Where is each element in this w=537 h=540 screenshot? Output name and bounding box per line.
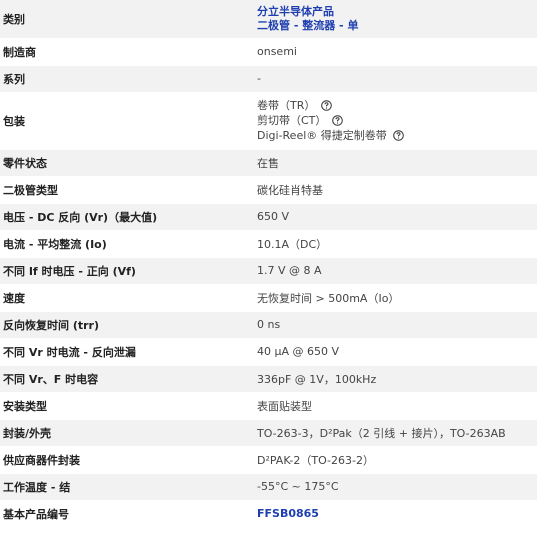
packaging-option-label: Digi-Reel® 得捷定制卷带 <box>257 129 387 142</box>
row-value: 分立半导体产品 二极管 - 整流器 - 单 <box>250 0 537 39</box>
row-category: 类别 分立半导体产品 二极管 - 整流器 - 单 <box>0 0 537 39</box>
row-label: 系列 <box>0 65 250 93</box>
row-value: 650 V <box>250 203 537 231</box>
row-label: 反向恢复时间 (trr) <box>0 311 250 339</box>
row-part-status: 零件状态 在售 <box>0 149 537 177</box>
question-circle-icon[interactable] <box>321 100 333 111</box>
row-label: 封装/外壳 <box>0 419 250 447</box>
product-attributes-table: 类别 分立半导体产品 二极管 - 整流器 - 单 制造商 onsemi 系列 -… <box>0 0 537 528</box>
row-diode-type: 二极管类型 碳化硅肖特基 <box>0 176 537 204</box>
row-value: 1.7 V @ 8 A <box>250 257 537 285</box>
row-value: - <box>250 65 537 93</box>
question-circle-icon[interactable] <box>332 115 344 126</box>
row-manufacturer: 制造商 onsemi <box>0 38 537 66</box>
row-label: 类别 <box>0 0 250 39</box>
row-supplier-device-package: 供应商器件封装 D²PAK-2（TO-263-2） <box>0 446 537 474</box>
subcategory-link[interactable]: 二极管 - 整流器 - 单 <box>257 19 537 33</box>
row-label: 速度 <box>0 284 250 312</box>
question-circle-icon[interactable] <box>392 130 404 141</box>
row-value: 0 ns <box>250 311 537 339</box>
row-value: onsemi <box>250 38 537 66</box>
row-voltage-dc-reverse: 电压 - DC 反向 (Vr)（最大值) 650 V <box>0 203 537 231</box>
row-value: 40 µA @ 650 V <box>250 338 537 366</box>
row-capacitance: 不同 Vr、F 时电容 336pF @ 1V，100kHz <box>0 365 537 393</box>
row-label: 供应商器件封装 <box>0 446 250 474</box>
row-reverse-leakage: 不同 Vr 时电流 - 反向泄漏 40 µA @ 650 V <box>0 338 537 366</box>
row-value: 336pF @ 1V，100kHz <box>250 365 537 393</box>
base-product-number-link[interactable]: FFSB0865 <box>257 507 537 521</box>
row-reverse-recovery-time: 反向恢复时间 (trr) 0 ns <box>0 311 537 339</box>
category-link[interactable]: 分立半导体产品 <box>257 5 537 19</box>
row-value: D²PAK-2（TO-263-2） <box>250 446 537 474</box>
row-value: FFSB0865 <box>250 500 537 528</box>
row-value: 无恢复时间 > 500mA（Io） <box>250 284 537 312</box>
packaging-option: 卷带（TR） <box>257 98 537 113</box>
row-mounting-type: 安装类型 表面贴装型 <box>0 392 537 420</box>
packaging-option-label: 卷带（TR） <box>257 99 316 112</box>
row-label: 包装 <box>0 92 250 150</box>
row-value: 10.1A（DC） <box>250 230 537 258</box>
packaging-option-label: 剪切带（CT） <box>257 114 327 127</box>
row-label: 不同 Vr、F 时电容 <box>0 365 250 393</box>
row-label: 制造商 <box>0 38 250 66</box>
row-package-case: 封装/外壳 TO-263-3，D²Pak（2 引线 + 接片），TO-263AB <box>0 419 537 447</box>
row-value: 卷带（TR） 剪切带（CT） Digi-Reel® 得捷定制卷带 <box>250 92 537 150</box>
row-value: 碳化硅肖特基 <box>250 176 537 204</box>
row-speed: 速度 无恢复时间 > 500mA（Io） <box>0 284 537 312</box>
row-current-avg-rectified: 电流 - 平均整流 (Io) 10.1A（DC） <box>0 230 537 258</box>
row-label: 电流 - 平均整流 (Io) <box>0 230 250 258</box>
row-value: -55°C ~ 175°C <box>250 473 537 501</box>
row-voltage-forward: 不同 If 时电压 - 正向 (Vf) 1.7 V @ 8 A <box>0 257 537 285</box>
packaging-option: Digi-Reel® 得捷定制卷带 <box>257 128 537 143</box>
row-value: 表面贴装型 <box>250 392 537 420</box>
row-packaging: 包装 卷带（TR） 剪切带（CT） Digi-Reel® 得捷定制卷带 <box>0 92 537 150</box>
row-operating-temperature: 工作温度 - 结 -55°C ~ 175°C <box>0 473 537 501</box>
row-label: 工作温度 - 结 <box>0 473 250 501</box>
row-value: TO-263-3，D²Pak（2 引线 + 接片），TO-263AB <box>250 419 537 447</box>
row-label: 不同 Vr 时电流 - 反向泄漏 <box>0 338 250 366</box>
packaging-option: 剪切带（CT） <box>257 113 537 128</box>
row-label: 电压 - DC 反向 (Vr)（最大值) <box>0 203 250 231</box>
row-label: 安装类型 <box>0 392 250 420</box>
row-value: 在售 <box>250 149 537 177</box>
row-label: 零件状态 <box>0 149 250 177</box>
row-label: 不同 If 时电压 - 正向 (Vf) <box>0 257 250 285</box>
row-label: 基本产品编号 <box>0 500 250 528</box>
row-series: 系列 - <box>0 65 537 93</box>
row-base-product-number: 基本产品编号 FFSB0865 <box>0 500 537 528</box>
row-label: 二极管类型 <box>0 176 250 204</box>
